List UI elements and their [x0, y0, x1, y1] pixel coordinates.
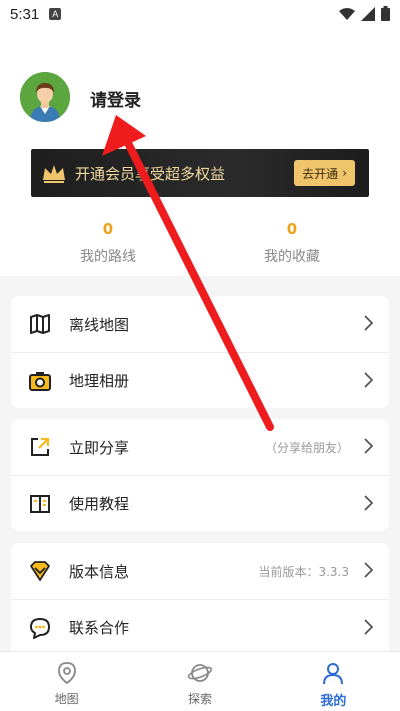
vip-open-label: 去开通: [302, 166, 339, 181]
chevron-right-icon: [364, 372, 373, 388]
login-prompt[interactable]: 请登录: [90, 86, 141, 111]
person-icon: [323, 663, 344, 685]
map-icon: [29, 313, 51, 335]
menu-item-version[interactable]: 版本信息 当前版本：3.3.3: [11, 543, 389, 599]
signal-icon: [361, 6, 375, 21]
stat-my-routes[interactable]: 0 我的路线: [48, 220, 168, 266]
nav-tab-explore[interactable]: 探索: [133, 652, 266, 711]
menu-card-3: 版本信息 当前版本：3.3.3 联系合作: [11, 543, 389, 655]
nav-tab-map[interactable]: 地图: [0, 652, 133, 711]
vip-banner[interactable]: 开通会员享受超多权益 去开通 ›: [31, 149, 369, 197]
menu-item-contact[interactable]: 联系合作: [11, 599, 389, 655]
status-bar: 5:31 A: [0, 0, 400, 28]
chat-icon: [29, 617, 51, 639]
vip-open-button[interactable]: 去开通 ›: [294, 160, 355, 186]
share-icon: [29, 436, 51, 458]
diamond-icon: [29, 560, 51, 582]
menu-card-1: 离线地图 地理相册: [11, 296, 389, 408]
crown-icon: [43, 165, 65, 183]
stat-my-favorites[interactable]: 0 我的收藏: [232, 220, 352, 266]
profile-header: 请登录 开通会员享受超多权益 去开通 › 0 我的路线 0 我的收藏: [0, 28, 400, 276]
menu-label: 立即分享: [69, 438, 130, 457]
status-time: 5:31: [10, 5, 40, 23]
user-avatar-icon: [20, 72, 70, 122]
bottom-nav: 地图 探索 我的: [0, 651, 400, 711]
menu-item-geo-album[interactable]: 地理相册: [11, 352, 389, 408]
planet-icon: [187, 664, 213, 682]
nav-label: 我的: [320, 694, 347, 709]
menu-label: 版本信息: [69, 562, 130, 581]
notification-icon: A: [49, 8, 62, 20]
menu-item-share[interactable]: 立即分享 （分享给朋友）: [11, 419, 389, 475]
stat-value: 0: [286, 220, 298, 238]
menu-label: 联系合作: [69, 619, 130, 637]
menu-item-offline-map[interactable]: 离线地图: [11, 296, 389, 352]
status-indicators: [339, 6, 390, 21]
menu-label: 离线地图: [69, 315, 130, 334]
nav-label: 探索: [187, 692, 212, 706]
menu-label: 使用教程: [69, 495, 130, 513]
camera-icon: [29, 370, 51, 392]
avatar[interactable]: [20, 72, 70, 122]
menu-hint: （分享给朋友）: [264, 440, 349, 455]
chevron-right-icon: [364, 562, 373, 578]
chevron-right-icon: [364, 619, 373, 635]
menu-label: 地理相册: [69, 372, 130, 390]
stat-value: 0: [102, 220, 114, 238]
chevron-right-icon: [364, 438, 373, 454]
vip-text: 开通会员享受超多权益: [75, 164, 226, 183]
wifi-icon: [339, 7, 355, 20]
battery-icon: [381, 6, 390, 21]
chevron-right-icon: [364, 315, 373, 331]
map-pin-icon: [57, 662, 76, 685]
chevron-right-icon: ›: [342, 166, 347, 180]
stat-label: 我的路线: [80, 249, 136, 265]
menu-card-2: 立即分享 （分享给朋友） 使用教程: [11, 419, 389, 531]
chevron-right-icon: [364, 495, 373, 511]
nav-tab-mine[interactable]: 我的: [267, 652, 400, 711]
book-icon: [29, 493, 51, 515]
menu-item-tutorial[interactable]: 使用教程: [11, 475, 389, 531]
stat-label: 我的收藏: [264, 249, 320, 265]
nav-label: 地图: [54, 692, 79, 706]
menu-hint: 当前版本：3.3.3: [258, 564, 349, 579]
